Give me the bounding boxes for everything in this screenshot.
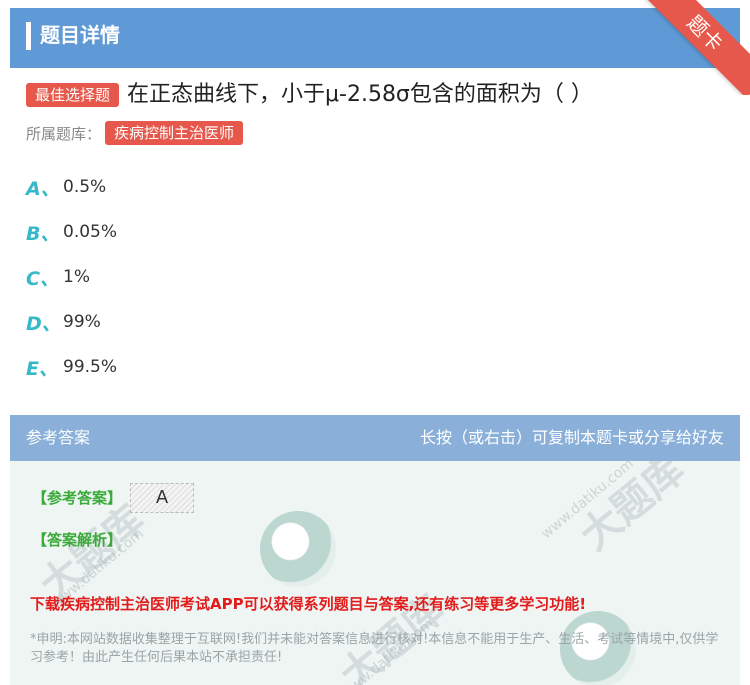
ribbon-label: 题卡 bbox=[640, 0, 750, 95]
option-letter: E、 bbox=[26, 357, 58, 380]
question-bank-row: 所属题库： 疾病控制主治医师 bbox=[26, 120, 244, 146]
option-text: 0.5% bbox=[63, 177, 107, 197]
answer-section-header: 参考答案 长按（或右击）可复制本题卡或分享给好友 bbox=[10, 415, 740, 461]
question-row: 最佳选择题 在正态曲线下，小于μ-2.58σ包含的面积为（ ） bbox=[26, 80, 593, 110]
option-d[interactable]: D、 99% bbox=[26, 307, 426, 337]
bank-badge-link[interactable]: 疾病控制主治医师 bbox=[105, 121, 244, 145]
answer-value: A bbox=[130, 483, 194, 513]
analysis-label: 【答案解析】 bbox=[32, 531, 123, 549]
option-text: 99.5% bbox=[63, 357, 118, 377]
option-text: 0.05% bbox=[63, 222, 118, 242]
bank-label: 所属题库： bbox=[26, 124, 102, 143]
page-title: 题目详情 bbox=[40, 23, 120, 47]
answer-label: 【参考答案】 bbox=[32, 489, 123, 507]
answer-section-title: 参考答案 bbox=[26, 428, 91, 447]
option-b[interactable]: B、 0.05% bbox=[26, 217, 426, 247]
option-a[interactable]: A、 0.5% bbox=[26, 172, 426, 202]
option-text: 1% bbox=[63, 267, 90, 287]
option-letter: A、 bbox=[26, 177, 60, 200]
option-letter: D、 bbox=[26, 312, 61, 335]
option-e[interactable]: E、 99.5% bbox=[26, 352, 426, 382]
option-c[interactable]: C、 1% bbox=[26, 262, 426, 292]
ribbon-corner: 题卡 bbox=[640, 0, 750, 95]
question-text: 在正态曲线下，小于μ-2.58σ包含的面积为（ ） bbox=[127, 82, 593, 107]
option-text: 99% bbox=[63, 312, 101, 332]
option-letter: B、 bbox=[26, 222, 60, 245]
watermark-logo-icon bbox=[260, 511, 336, 587]
header-accent bbox=[26, 22, 31, 50]
app-download-promo-link[interactable]: 下载疾病控制主治医师考试APP可以获得系列题目与答案,还有练习等更多学习功能! bbox=[30, 593, 586, 614]
share-hint: 长按（或右击）可复制本题卡或分享给好友 bbox=[419, 428, 724, 447]
question-type-badge: 最佳选择题 bbox=[26, 83, 120, 107]
answer-body: 大题库 大题库 大题库 www.datiku.com www.datiku.co… bbox=[10, 461, 740, 685]
option-letter: C、 bbox=[26, 267, 59, 290]
disclaimer: *申明:本网站数据收集整理于互联网!我们并未能对答案信息进行核对!本信息不能用于… bbox=[30, 632, 719, 665]
